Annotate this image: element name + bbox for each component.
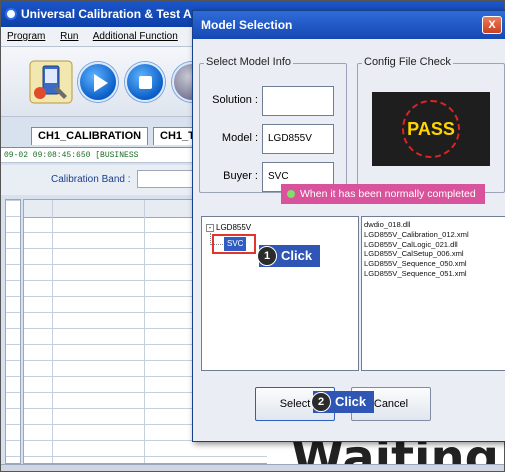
close-button[interactable]: X <box>482 16 502 34</box>
config-file-list[interactable]: dwdio_018.dll LGD855V_Calibration_012.xm… <box>361 216 505 371</box>
config-file-check-group: Config File Check PASS <box>357 56 505 193</box>
tab-ch1-calibration[interactable]: CH1_CALIBRATION <box>31 127 149 145</box>
list-item: LGD855V_Sequence_050.xml <box>364 259 467 269</box>
step-number-badge: 1 <box>257 246 277 266</box>
dialog-title: Model Selection <box>201 18 293 32</box>
app-title: Universal Calibration & Test A <box>21 7 192 21</box>
completion-notice: When it has been normally completed <box>281 184 485 204</box>
completion-notice-text: When it has been normally completed <box>300 188 476 200</box>
dialog-title-bar: Model Selection <box>193 11 505 39</box>
model-selection-dialog: Model Selection X Select Model Info Solu… <box>192 10 505 442</box>
grid-column-divider <box>144 200 145 463</box>
select-model-info-group: Select Model Info Solution : Model : LGD… <box>199 56 347 193</box>
tab-ch1-test[interactable]: CH1_T <box>153 127 193 145</box>
phone-config-icon[interactable] <box>29 60 73 104</box>
select-model-info-label: Select Model Info <box>204 56 293 68</box>
list-item: dwdio_018.dll <box>364 220 411 229</box>
menu-additional-function[interactable]: Additional Function <box>93 31 178 42</box>
config-check-result-panel: PASS <box>372 92 490 166</box>
app-logo-icon <box>5 8 17 20</box>
menu-program[interactable]: Program <box>7 31 45 42</box>
model-field[interactable]: LGD855V <box>262 124 334 154</box>
config-file-check-label: Config File Check <box>362 56 453 68</box>
pass-indicator: PASS <box>407 119 455 139</box>
buyer-label: Buyer : <box>223 170 258 182</box>
step-number-badge: 2 <box>311 392 331 412</box>
list-item: LGD855V_Calibration_012.xml <box>364 229 469 239</box>
list-item: LGD855V_CalLogic_021.dll <box>364 239 458 249</box>
list-item: LGD855V_CalSetup_006.xml <box>364 249 464 259</box>
stop-button[interactable] <box>125 62 165 102</box>
model-tree[interactable]: - LGD855V SVC <box>201 216 359 371</box>
solution-label: Solution : <box>212 94 258 106</box>
play-icon <box>94 74 108 92</box>
run-button[interactable] <box>78 62 118 102</box>
collapse-icon[interactable]: - <box>206 224 214 232</box>
tree-root-node[interactable]: - LGD855V <box>206 223 251 232</box>
green-dot-icon <box>287 190 295 199</box>
solution-field[interactable] <box>262 86 334 116</box>
stop-icon <box>139 76 152 89</box>
status-bar <box>1 464 504 471</box>
click-callout-text: Click <box>335 394 367 409</box>
model-label: Model : <box>221 132 258 144</box>
click-callout-2: 2 Click <box>311 391 375 413</box>
tree-root-label: LGD855V <box>216 223 252 232</box>
highlight-box <box>212 234 256 254</box>
list-item: LGD855V_Sequence_051.xml <box>364 268 467 278</box>
row-header-strip <box>5 199 21 464</box>
menu-run[interactable]: Run <box>60 31 78 42</box>
calibration-band-label: Calibration Band : <box>51 174 131 185</box>
grid-column-divider <box>52 200 53 463</box>
click-callout-text: Click <box>281 248 313 263</box>
click-callout-1: 1 Click <box>257 245 321 267</box>
